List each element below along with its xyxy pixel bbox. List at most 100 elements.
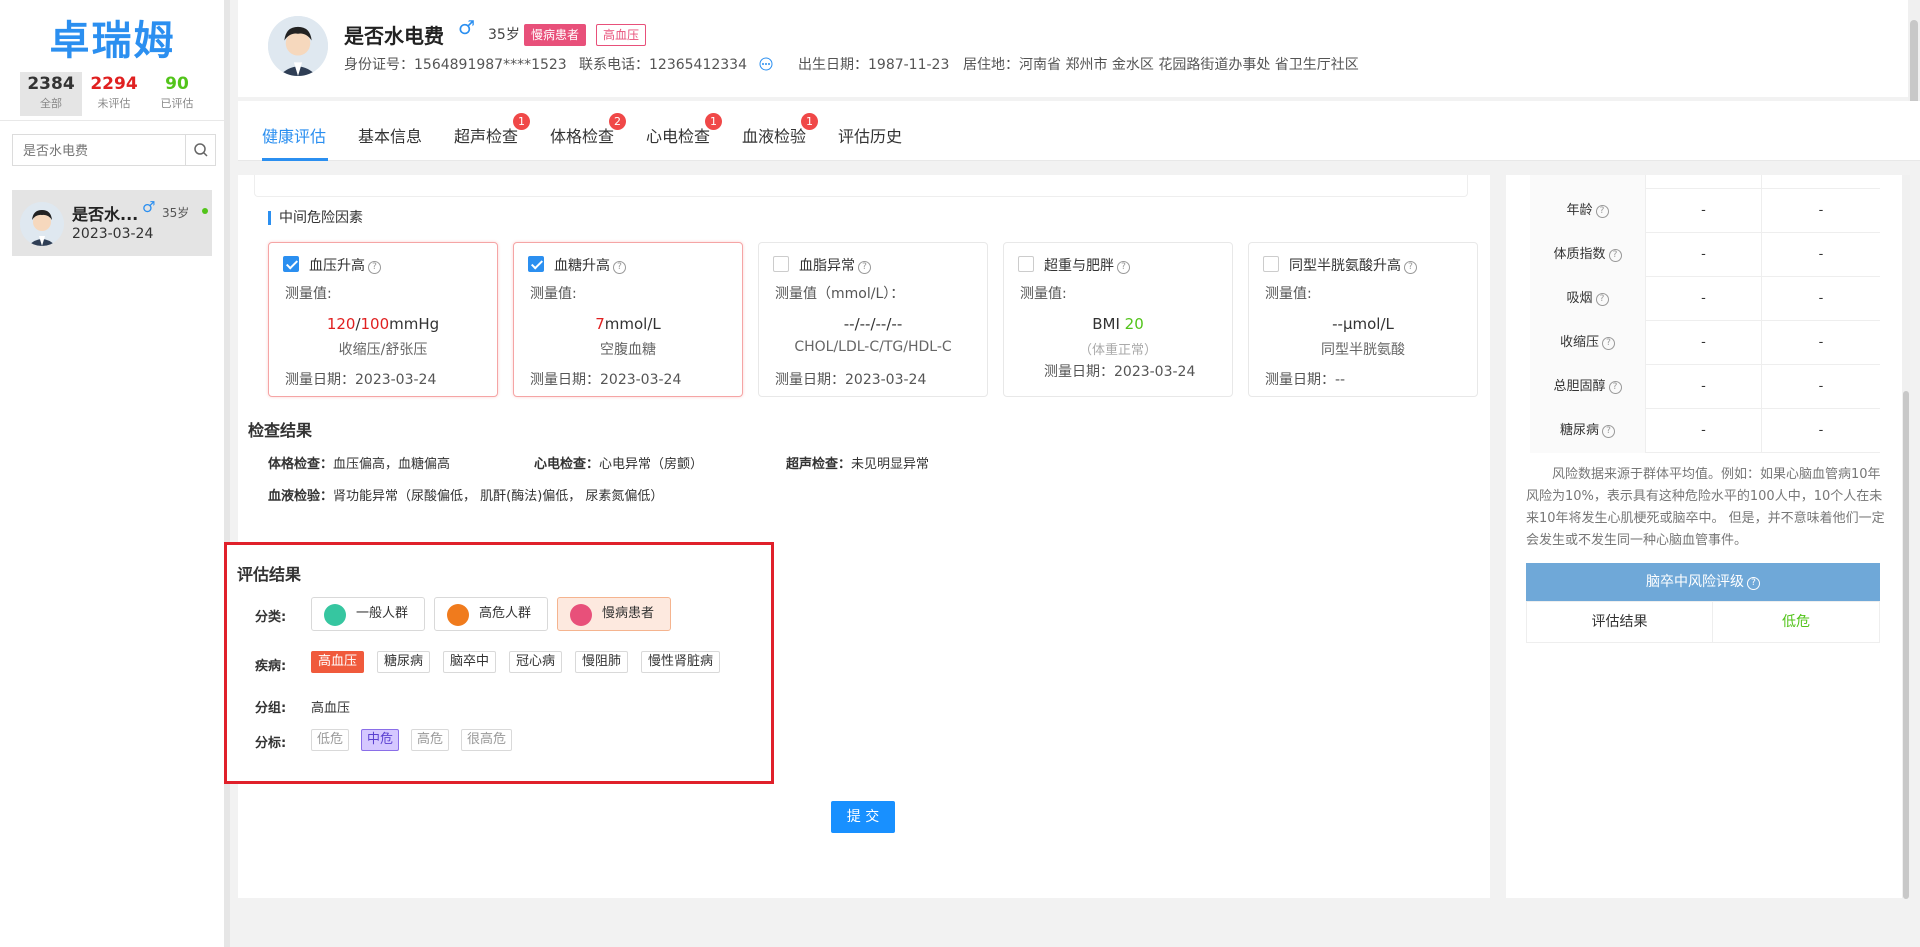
measure-sub: CHOL/LDL-C/TG/HDL-C (794, 339, 952, 355)
stroke-risk-key: 评估结果 (1527, 602, 1713, 642)
risk-level-tag[interactable]: 很高危 (461, 729, 513, 751)
group-label: 分组: (255, 701, 287, 716)
patient-header: 是否水电费 ♂ 35岁 慢病患者 高血压 身份证号：1564891987****… (238, 0, 1920, 97)
help-icon[interactable]: ? (1602, 425, 1615, 438)
tab-label: 评估历史 (838, 127, 903, 146)
phone-label: 联系电话： (579, 57, 649, 73)
help-icon[interactable]: ? (1595, 205, 1609, 218)
tab-ecg[interactable]: 心电检查 1 (646, 113, 723, 147)
disease-tag[interactable]: 冠心病 (509, 651, 563, 673)
risk-level-tag[interactable]: 中危 (361, 729, 400, 751)
value-cell: - (1646, 365, 1762, 409)
checkbox[interactable] (773, 256, 789, 272)
class-high-risk-button[interactable]: 高危人群 (434, 597, 548, 631)
risk-note: 风险数据来源于群体平均值。例如：如果心脑血管病10年 风险为10%，表示具有这种… (1526, 467, 1885, 548)
table-row (1530, 175, 1880, 189)
tab-ultrasound[interactable]: 超声检查 1 (454, 113, 531, 147)
stat-all[interactable]: 2384 全部 (20, 72, 82, 116)
measure-label: 测量值: (1020, 286, 1067, 302)
help-icon[interactable]: ? (1117, 261, 1130, 274)
stat-unassessed[interactable]: 2294 未评估 (83, 72, 145, 116)
more-icon[interactable] (759, 57, 773, 71)
patient-age: 35岁 (488, 27, 520, 43)
cell (1762, 175, 1880, 189)
male-icon: ♂ (458, 17, 476, 39)
help-icon[interactable]: ? (1602, 337, 1615, 350)
card-title-text: 同型半胱氨酸升高 (1289, 258, 1401, 274)
checkbox[interactable] (1018, 256, 1034, 272)
tab-label: 心电检查 (646, 127, 711, 146)
cut-off-section (254, 175, 1468, 197)
checkbox[interactable] (1263, 256, 1279, 272)
disease-tag[interactable]: 慢阻肺 (575, 651, 629, 673)
measure-label: 测量值: (530, 286, 577, 302)
value-cell: - (1818, 203, 1824, 218)
patient-name: 是否水... (72, 205, 139, 224)
birth-date: 出生日期：1987-11-23 (798, 54, 949, 74)
id-value: 1564891987****1523 (414, 57, 567, 73)
disease-tag[interactable]: 慢性肾脏病 (641, 651, 721, 673)
bmi-value: 20 (1124, 315, 1144, 333)
id-label: 身份证号： (344, 57, 414, 73)
help-icon[interactable]: ? (613, 261, 626, 274)
button-label: 慢病患者 (602, 606, 655, 621)
person-icon (447, 604, 469, 626)
risk-level-tag[interactable]: 低危 (311, 729, 350, 751)
exam-value: 血压偏高，血糖偏高 (333, 457, 451, 472)
table-row: 糖尿病? - - (1530, 409, 1880, 453)
checkbox[interactable] (283, 256, 299, 272)
right-scrollbar[interactable] (1902, 175, 1910, 899)
stat-value: 2294 (90, 74, 138, 94)
help-icon[interactable]: ? (1608, 381, 1622, 394)
help-icon[interactable]: ? (858, 261, 871, 274)
patient-name: 是否水电费 (344, 24, 444, 48)
stroke-risk-header: 脑卒中风险评级? (1526, 563, 1880, 601)
tab-health-assessment[interactable]: 健康评估 (262, 123, 326, 147)
tab-physical-exam[interactable]: 体格检查 2 (550, 113, 627, 147)
help-icon[interactable]: ? (1404, 261, 1417, 274)
help-icon[interactable]: ? (1595, 293, 1609, 306)
card-title-text: 超重与肥胖 (1044, 258, 1114, 274)
patient-search (12, 134, 216, 166)
exam-label: 体格检查： (268, 457, 334, 472)
address-label: 居住地： (963, 57, 1019, 73)
disease-tag[interactable]: 脑卒中 (443, 651, 497, 673)
measure-value: BMI 20 (1004, 315, 1232, 333)
tab-history[interactable]: 评估历史 (838, 123, 902, 147)
online-dot (202, 208, 208, 214)
search-button[interactable] (185, 135, 215, 165)
id-number: 身份证号：1564891987****1523 (344, 54, 567, 74)
tab-basic-info[interactable]: 基本信息 (358, 123, 422, 147)
class-general-button[interactable]: 一般人群 (311, 597, 425, 631)
risk-card-obesity[interactable]: 超重与肥胖? 测量值: BMI 20 （体重正常） 测量日期：2023-03-2… (1003, 242, 1233, 397)
help-icon[interactable]: ? (1747, 577, 1760, 590)
scroll-thumb[interactable] (1903, 391, 1909, 899)
checkbox[interactable] (528, 256, 544, 272)
patient-list-item[interactable]: 是否水... ♂ 35岁 2023-03-24 (12, 190, 212, 256)
risk-card-lipids[interactable]: 血脂异常? 测量值（mmol/L）： --/--/--/-- CHOL/LDL-… (758, 242, 988, 397)
measure-sub: 收缩压/舒张压 (338, 342, 428, 358)
app-logo: 卓瑞姆 (49, 17, 176, 64)
risk-card-homocysteine[interactable]: 同型半胱氨酸升高? 测量值: --μmol/L 同型半胱氨酸 测量日期：-- (1248, 242, 1478, 397)
eval-title: 评估结果 (237, 565, 302, 584)
diastolic: 100 (360, 315, 390, 333)
sidebar: 卓瑞姆 2384 全部 2294 未评估 90 已评估 是否水... ♂ 35岁… (0, 0, 225, 947)
risk-card-blood-pressure[interactable]: 血压升高? 测量值: 120/100mmHg 收缩压/舒张压 测量日期：2023… (268, 242, 498, 397)
stat-assessed[interactable]: 90 已评估 (146, 72, 208, 116)
help-icon[interactable]: ? (1608, 249, 1622, 262)
search-input[interactable] (13, 135, 185, 165)
risk-card-blood-sugar[interactable]: 血糖升高? 测量值: 7mmol/L 空腹血糖 测量日期：2023-03-24 (513, 242, 743, 397)
card-title: 血压升高? (309, 255, 381, 275)
class-chronic-button[interactable]: 慢病患者 (557, 597, 671, 631)
factor-cell: 收缩压? (1530, 321, 1646, 365)
sidebar-scrollbar[interactable] (224, 0, 230, 947)
tab-blood-test[interactable]: 血液检验 1 (742, 113, 819, 147)
disease-tag[interactable]: 高血压 (311, 651, 365, 673)
disease-tag[interactable]: 糖尿病 (377, 651, 431, 673)
help-icon[interactable]: ? (368, 261, 381, 274)
exam-value: 肾功能异常（尿酸偏低， 肌酐(酶法)偏低， 尿素氮偏低） (333, 489, 664, 504)
table-row: 体质指数? - - (1530, 233, 1880, 277)
risk-level-tag[interactable]: 高危 (411, 729, 450, 751)
submit-button[interactable]: 提 交 (831, 801, 895, 833)
birth-label: 出生日期： (798, 57, 868, 73)
